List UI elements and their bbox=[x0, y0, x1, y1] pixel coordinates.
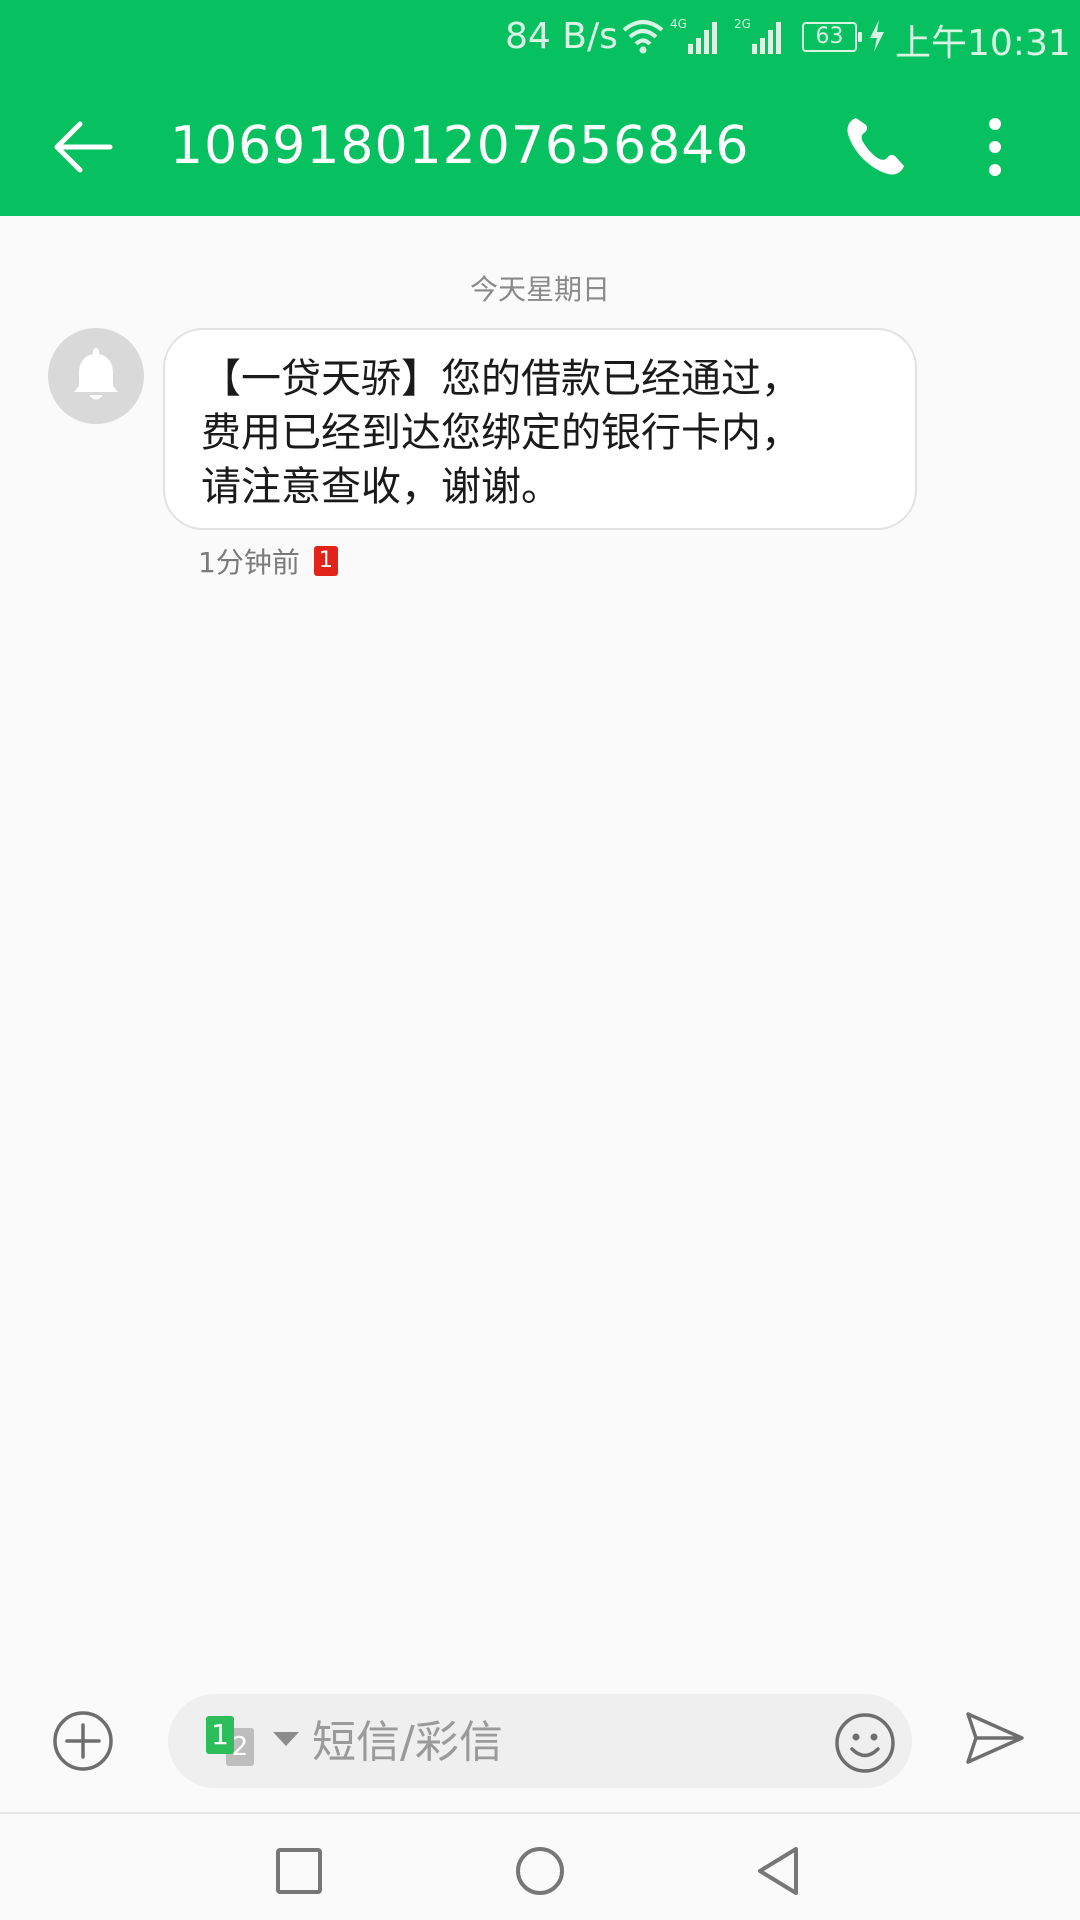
home-icon[interactable] bbox=[513, 1844, 567, 1898]
send-icon[interactable] bbox=[964, 1710, 1026, 1766]
message-meta: 1分钟前 1 bbox=[198, 543, 338, 579]
date-separator: 今天星期日 bbox=[469, 273, 610, 306]
add-attachment-icon[interactable] bbox=[52, 1710, 114, 1772]
message-bubble[interactable]: 【一贷天骄】您的借款已经通过， 费用已经到达您绑定的银行卡内， 请注意查收，谢谢… bbox=[163, 328, 917, 530]
phone-icon[interactable] bbox=[840, 112, 910, 182]
svg-text:4G: 4G bbox=[670, 17, 687, 31]
message-time: 1分钟前 bbox=[198, 546, 300, 579]
top-bar: 84 B/s 4G 2G 63 上午10:31 1069180120765684… bbox=[0, 0, 1080, 216]
message-line: 【一贷天骄】您的借款已经通过， bbox=[201, 356, 801, 402]
composer: 2 1 bbox=[0, 1680, 1080, 1800]
back-triangle-icon[interactable] bbox=[752, 1844, 806, 1898]
signal-4g-icon: 4G bbox=[670, 17, 717, 54]
status-bar: 84 B/s 4G 2G 63 上午10:31 bbox=[0, 0, 1080, 74]
signal-2g-icon: 2G bbox=[734, 17, 781, 54]
message-input-container: 2 1 bbox=[168, 1694, 912, 1788]
message-input[interactable] bbox=[312, 1714, 732, 1770]
emoji-icon[interactable] bbox=[834, 1712, 896, 1774]
status-time: 上午10:31 bbox=[895, 23, 1071, 64]
sim-switch-button[interactable]: 2 1 bbox=[206, 1716, 262, 1766]
wifi-icon bbox=[622, 20, 664, 54]
svg-text:2G: 2G bbox=[734, 17, 751, 31]
message-line: 请注意查收，谢谢。 bbox=[201, 464, 561, 510]
recents-icon[interactable] bbox=[272, 1844, 326, 1898]
contact-number: 10691801207656846 bbox=[170, 116, 750, 176]
sim-card-icon: 1 bbox=[313, 546, 338, 576]
back-arrow-icon[interactable] bbox=[48, 112, 118, 182]
sender-avatar[interactable] bbox=[48, 328, 144, 424]
bell-icon bbox=[74, 348, 118, 400]
battery-icon: 63 bbox=[802, 22, 862, 52]
message-line: 费用已经到达您绑定的银行卡内， bbox=[201, 410, 801, 456]
app-bar: 10691801207656846 bbox=[0, 74, 1080, 216]
net-speed: 84 B/s bbox=[505, 16, 618, 57]
navigation-bar bbox=[0, 1812, 1080, 1920]
charging-icon bbox=[870, 20, 884, 52]
chevron-down-icon[interactable] bbox=[273, 1732, 299, 1746]
messaging-screen: 84 B/s 4G 2G 63 上午10:31 1069180120765684… bbox=[0, 0, 1080, 1920]
sim-1-icon: 1 bbox=[206, 1716, 234, 1754]
more-vert-icon[interactable] bbox=[970, 112, 1020, 182]
